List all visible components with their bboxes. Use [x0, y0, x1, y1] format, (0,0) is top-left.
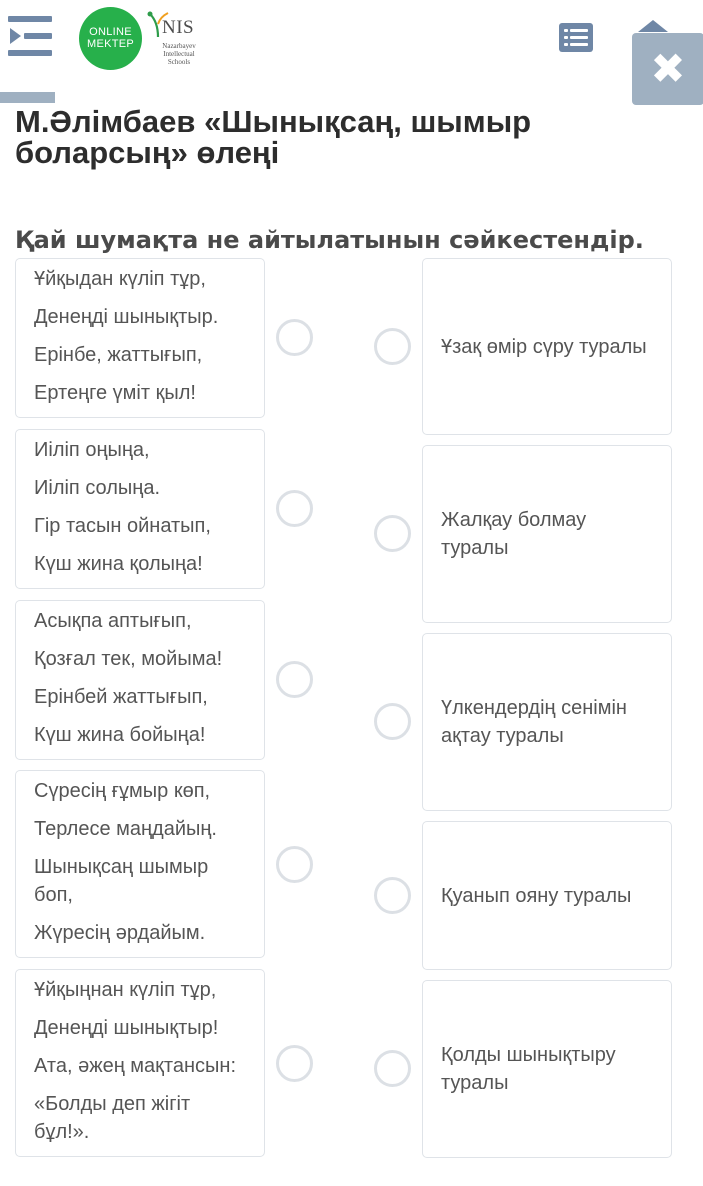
stanza-5-connector[interactable] [276, 1045, 313, 1082]
list-icon[interactable] [559, 23, 593, 52]
stanza-card-2[interactable]: Иіліп оңыңа, Иіліп солыңа. Гір тасын ойн… [15, 429, 265, 589]
answer-label: Қуанып ояну туралы [441, 884, 632, 907]
close-icon: ✖ [650, 44, 686, 93]
stanza-line: Терлесе маңдайың. [34, 818, 217, 840]
stanza-line: Шынықсаң шымыр боп, [34, 856, 209, 906]
top-bar: ONLINE MEKTEP NIS Nazarbayev Intellectua… [0, 0, 703, 80]
answer-label: Жалқау болмау туралы [441, 509, 587, 559]
menu-toggle-icon[interactable] [8, 14, 56, 58]
logo-online-text: ONLINE [89, 26, 132, 38]
answer-5-connector[interactable] [374, 1050, 411, 1087]
stanza-line: Ұйқыдан күліп тұр, [34, 268, 206, 290]
answer-3-connector[interactable] [374, 703, 411, 740]
nis-subtitle: Nazarbayev Intellectual Schools [162, 42, 196, 66]
stanza-line: «Болды деп жігіт бұл!». [34, 1093, 191, 1143]
graduation-cap-icon[interactable] [636, 18, 670, 34]
stanza-line: Қозғал тек, мойыма! [34, 648, 223, 670]
answer-1-connector[interactable] [374, 328, 411, 365]
stanza-line: Ертеңге үміт қыл! [34, 382, 196, 404]
page-title: М.Әлімбаев «Шынықсаң, шымыр боларсың» өл… [15, 104, 532, 170]
stanza-line: Иіліп солыңа. [34, 477, 160, 499]
stanza-3-connector[interactable] [276, 661, 313, 698]
answer-label: Үлкендердің сенімін ақтау туралы [441, 697, 627, 747]
stanza-4-connector[interactable] [276, 846, 313, 883]
close-button[interactable]: ✖ [632, 33, 703, 105]
stanza-line: Жүресің әрдайым. [34, 922, 206, 944]
stanza-line: Денеңді шынықтыр. [34, 306, 219, 328]
answer-label: Қолды шынықтыру туралы [441, 1044, 616, 1094]
stanza-line: Күш жина бойыңа! [34, 724, 206, 746]
stanza-card-1[interactable]: Ұйқыдан күліп тұр, Денеңді шынықтыр. Ері… [15, 258, 265, 418]
nis-logo: NIS Nazarbayev Intellectual Schools [147, 8, 207, 68]
nis-wordmark: NIS [162, 17, 195, 38]
stanza-card-4[interactable]: Сүресің ғұмыр көп, Терлесе маңдайың. Шын… [15, 770, 265, 958]
stanza-card-5[interactable]: Ұйқыңнан күліп тұр, Денеңді шынықтыр! Ат… [15, 969, 265, 1157]
answer-card-1[interactable]: Ұзақ өмір сүру туралы [422, 258, 672, 435]
answer-2-connector[interactable] [374, 515, 411, 552]
answer-card-2[interactable]: Жалқау болмау туралы [422, 445, 672, 623]
answer-label: Ұзақ өмір сүру туралы [441, 335, 647, 358]
stanza-line: Күш жина қолыңа! [34, 553, 203, 575]
stanza-2-connector[interactable] [276, 490, 313, 527]
stanza-line: Денеңді шынықтыр! [34, 1017, 219, 1039]
stanza-line: Ерінбе, жаттығып, [34, 344, 203, 366]
logo-mektep-text: MEKTEP [86, 38, 135, 50]
answer-card-4[interactable]: Қуанып ояну туралы [422, 821, 672, 970]
stanza-line: Иіліп оңыңа, [34, 439, 150, 461]
online-mektep-logo[interactable]: ONLINE MEKTEP [79, 7, 142, 70]
stanza-line: Ерінбей жаттығып, [34, 686, 208, 708]
stanza-line: Асықпа аптығып, [34, 610, 192, 632]
answer-card-5[interactable]: Қолды шынықтыру туралы [422, 980, 672, 1158]
stanza-line: Сүресің ғұмыр көп, [34, 780, 211, 802]
answer-4-connector[interactable] [374, 877, 411, 914]
stanza-1-connector[interactable] [276, 319, 313, 356]
question-text: Қай шумақта не айтылатынын сәйкестендір. [15, 226, 644, 254]
left-tab-marker [0, 92, 55, 103]
stanza-card-3[interactable]: Асықпа аптығып, Қозғал тек, мойыма! Ерін… [15, 600, 265, 760]
stanza-line: Ата, әжең мақтансын: [34, 1055, 237, 1077]
stanza-line: Ұйқыңнан күліп тұр, [34, 979, 217, 1001]
answer-card-3[interactable]: Үлкендердің сенімін ақтау туралы [422, 633, 672, 811]
stanza-line: Гір тасын ойнатып, [34, 515, 211, 537]
